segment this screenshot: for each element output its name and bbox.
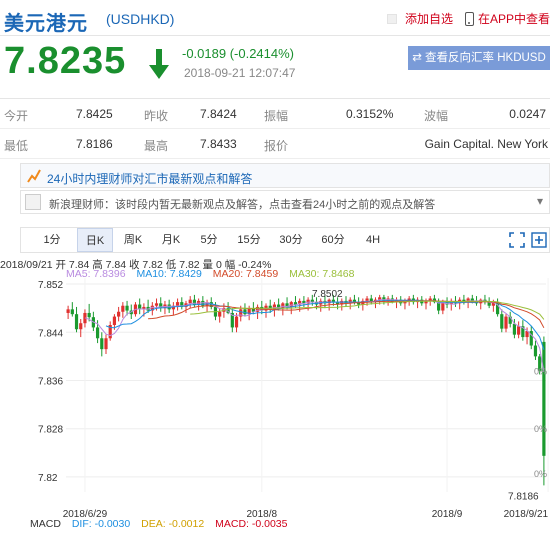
stats-row: 今开 7.8425 昨收 7.8424 振幅 0.3152% 波幅 0.0247 — [0, 99, 550, 129]
prev-close-label: 昨收 — [144, 109, 169, 123]
candle — [79, 323, 83, 330]
tab-4h[interactable]: 4H — [355, 228, 391, 252]
add-indicator-icon[interactable] — [531, 232, 547, 248]
expert-title: 24小时内理财师对汇市最新观点和解答 — [47, 172, 253, 186]
down-arrow-icon — [149, 49, 169, 79]
candle — [167, 304, 171, 310]
macd-title: MACD — [30, 518, 61, 530]
tab-15min[interactable]: 15分 — [229, 228, 269, 252]
candle — [500, 314, 504, 329]
tab-weekly[interactable]: 周K — [115, 228, 151, 252]
chevron-down-icon[interactable]: ▾ — [537, 194, 543, 208]
current-price: 7.8235 — [4, 40, 127, 82]
candle — [154, 303, 159, 306]
quoter-label: 报价 — [264, 139, 289, 153]
candle — [512, 323, 517, 335]
candle — [218, 311, 222, 317]
expert-message-text: 新浪理财师：该时段内暂无最新观点及解答，点击查看24小时之前的观点及解答 — [49, 199, 436, 211]
candle — [117, 311, 121, 317]
candle — [125, 305, 129, 311]
y-tick-label: 7.828 — [38, 425, 63, 436]
reverse-rate-label: 查看反向汇率 HKDUSD — [425, 52, 546, 64]
tab-daily[interactable]: 日K — [77, 228, 113, 252]
candle — [243, 309, 247, 315]
high-annotation: 7.8502 — [312, 289, 343, 300]
quote-time: 2018-09-21 12:07:47 — [184, 66, 296, 80]
stats-table: 今开 7.8425 昨收 7.8424 振幅 0.3152% 波幅 0.0247… — [0, 98, 550, 159]
prev-close-value: 7.8424 — [200, 107, 237, 121]
tab-5min[interactable]: 5分 — [191, 228, 227, 252]
add-watchlist-link[interactable]: 添加自选 — [405, 10, 453, 27]
candle — [95, 327, 100, 339]
x-tick-label: 2018/9/21 — [504, 509, 549, 518]
header-actions: 添加自选 在APP中查看 — [386, 10, 550, 27]
low-value: 7.8186 — [76, 137, 113, 151]
expert-message[interactable]: 新浪理财师：该时段内暂无最新观点及解答，点击查看24小时之前的观点及解答 ▾ — [20, 190, 550, 214]
open-label: 今开 — [4, 109, 29, 123]
x-tick-label: 2018/9 — [432, 509, 463, 518]
checkbox-icon[interactable] — [386, 13, 397, 24]
price-change: -0.0189 (-0.2414%) — [182, 46, 295, 61]
avatar — [25, 194, 41, 210]
chart-period-tabs: 1分 日K 周K 月K 5分 15分 30分 60分 4H — [20, 227, 550, 253]
quoter-value: Gain Capital. New York — [424, 137, 548, 151]
candle — [175, 302, 180, 306]
y-tick-label: 7.852 — [38, 280, 63, 291]
candle — [188, 299, 192, 304]
candle — [104, 338, 108, 350]
y-tick-label: 7.836 — [38, 376, 63, 387]
candle — [234, 316, 239, 328]
right-axis-label: 0% — [534, 424, 547, 434]
tab-monthly[interactable]: 月K — [153, 228, 189, 252]
volatility-value: 0.0247 — [509, 107, 546, 121]
stats-row: 最低 7.8186 最高 7.8433 报价 Gain Capital. New… — [0, 129, 550, 159]
high-label: 最高 — [144, 139, 169, 153]
page-title: 美元港元 — [4, 13, 88, 35]
candle — [70, 309, 74, 315]
ma30-line — [190, 300, 545, 320]
trend-icon — [27, 169, 41, 183]
candle — [365, 298, 369, 301]
tab-30min[interactable]: 30分 — [271, 228, 311, 252]
candle — [87, 312, 91, 318]
tab-1min[interactable]: 1分 — [29, 228, 75, 252]
dif-label: DIF: -0.0030 — [71, 518, 131, 530]
low-label: 最低 — [4, 139, 29, 153]
tab-60min[interactable]: 60分 — [313, 228, 353, 252]
x-tick-label: 2018/8 — [246, 509, 277, 518]
dea-label: DEA: -0.0012 — [141, 518, 205, 530]
phone-icon — [464, 11, 474, 26]
candle — [100, 338, 104, 350]
candle — [112, 316, 117, 326]
right-axis-label: 0% — [534, 366, 547, 376]
candle — [542, 341, 546, 456]
header: 美元港元 (USDHKD) 添加自选 在APP中查看 — [0, 0, 550, 36]
candle — [533, 345, 538, 357]
macd-legend: MACD DIF: -0.0030 DEA: -0.0012 MACD: -0.… — [30, 518, 295, 530]
currency-code: (USDHKD) — [106, 11, 175, 27]
y-tick-label: 7.844 — [38, 328, 63, 339]
x-tick-label: 2018/6/29 — [63, 509, 108, 518]
amplitude-label: 振幅 — [264, 109, 289, 123]
candle — [504, 316, 508, 329]
candle — [121, 305, 125, 312]
swap-icon: ⇄ — [412, 52, 426, 64]
candlestick-chart[interactable]: 7.852 7.844 7.836 7.828 7.82 2018/6/29 2018/8 2… — [0, 270, 550, 518]
amplitude-value: 0.3152% — [346, 107, 394, 121]
view-in-app-link[interactable]: 在APP中查看 — [478, 10, 550, 27]
macd-value-label: MACD: -0.0035 — [215, 518, 288, 530]
low-annotation: 7.8186 — [508, 491, 539, 502]
right-axis-label: 0% — [534, 469, 547, 479]
expert-header[interactable]: 24小时内理财师对汇市最新观点和解答 — [20, 163, 550, 188]
candle — [517, 326, 521, 335]
volatility-label: 波幅 — [424, 109, 449, 123]
fullscreen-icon[interactable] — [509, 232, 525, 248]
high-value: 7.8433 — [200, 137, 237, 151]
candle — [74, 314, 79, 330]
reverse-rate-button[interactable]: ⇄ 查看反向汇率 HKDUSD — [408, 46, 550, 70]
open-value: 7.8425 — [76, 107, 113, 121]
y-tick-label: 7.82 — [38, 473, 58, 484]
candle — [66, 309, 70, 313]
